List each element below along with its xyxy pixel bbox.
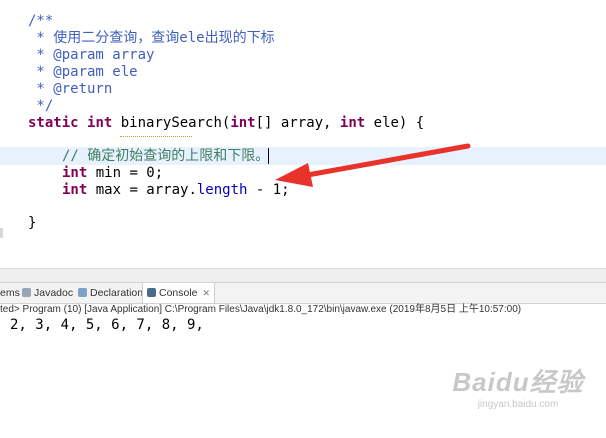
watermark-logo: Baidu经验 [452, 367, 584, 397]
tab-problems-label: ems [0, 287, 20, 299]
close-icon[interactable]: ✕ [203, 288, 211, 298]
panel-divider[interactable] [0, 268, 606, 283]
tab-declaration-label: Declaration [90, 287, 144, 299]
arrow-shaft [299, 143, 471, 179]
tab-problems[interactable]: ems [0, 283, 20, 303]
tab-console[interactable]: Console ✕ [142, 283, 216, 303]
tab-declaration[interactable]: Declaration [78, 283, 143, 303]
tab-javadoc-label: Javadoc [34, 287, 74, 299]
baidu-watermark: Baidu经验 jingyan.baidu.com [438, 362, 598, 422]
bottom-panel-tabbar: ems Javadoc Declaration Console ✕ [0, 282, 606, 304]
tab-console-label: Console [159, 287, 198, 299]
declaration-icon [78, 288, 87, 297]
console-output: 2, 3, 4, 5, 6, 7, 8, 9, [10, 317, 204, 333]
watermark-url: jingyan.baidu.com [477, 399, 559, 410]
console-icon [147, 288, 156, 297]
annotation-arrow [275, 143, 471, 187]
tab-javadoc[interactable]: Javadoc [22, 283, 73, 303]
arrow-head [275, 163, 313, 187]
javadoc-icon [22, 288, 31, 297]
